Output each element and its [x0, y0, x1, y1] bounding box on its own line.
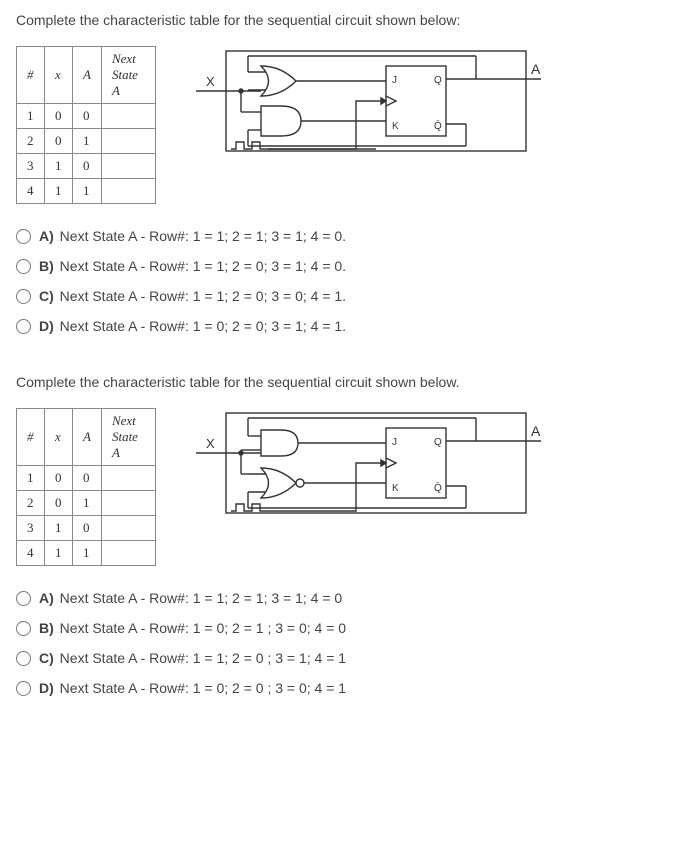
- th-A: A: [73, 409, 102, 466]
- question-prompt: Complete the characteristic table for th…: [16, 12, 682, 28]
- th-num: #: [17, 47, 45, 104]
- radio-icon[interactable]: [16, 229, 31, 244]
- table-row: 3 1 0: [17, 154, 156, 179]
- th-num: #: [17, 409, 45, 466]
- svg-text:A: A: [531, 423, 541, 439]
- th-A: A: [73, 47, 102, 104]
- radio-icon[interactable]: [16, 319, 31, 334]
- svg-text:K: K: [392, 483, 399, 494]
- option-b[interactable]: B) Next State A - Row#: 1 = 1; 2 = 0; 3 …: [16, 258, 682, 274]
- svg-text:A: A: [531, 61, 541, 77]
- table-row: 2 0 1: [17, 491, 156, 516]
- radio-icon[interactable]: [16, 621, 31, 636]
- th-x: x: [45, 409, 73, 466]
- characteristic-table: # x A NextStateA 1 0 0 2 0 1 3 1 0: [16, 408, 156, 566]
- option-c[interactable]: C) Next State A - Row#: 1 = 1; 2 = 0 ; 3…: [16, 650, 682, 666]
- option-a[interactable]: A) Next State A - Row#: 1 = 1; 2 = 1; 3 …: [16, 228, 682, 244]
- table-row: 1 0 0: [17, 466, 156, 491]
- radio-icon[interactable]: [16, 259, 31, 274]
- question-1: Complete the characteristic table for th…: [16, 12, 682, 334]
- radio-icon[interactable]: [16, 651, 31, 666]
- svg-text:J: J: [392, 75, 397, 86]
- svg-text:Q: Q: [434, 75, 442, 86]
- table-row: 1 0 0: [17, 104, 156, 129]
- figure-row: # x A NextStateA 1 0 0 2 0 1 3 1 0: [16, 46, 682, 204]
- th-next: NextStateA: [101, 47, 155, 104]
- svg-text:X: X: [206, 436, 215, 451]
- th-next: NextStateA: [101, 409, 155, 466]
- option-d[interactable]: D) Next State A - Row#: 1 = 0; 2 = 0 ; 3…: [16, 680, 682, 696]
- characteristic-table: # x A NextStateA 1 0 0 2 0 1 3 1 0: [16, 46, 156, 204]
- option-d[interactable]: D) Next State A - Row#: 1 = 0; 2 = 0; 3 …: [16, 318, 682, 334]
- option-c[interactable]: C) Next State A - Row#: 1 = 1; 2 = 0; 3 …: [16, 288, 682, 304]
- table-row: 4 1 1: [17, 179, 156, 204]
- svg-text:J: J: [392, 437, 397, 448]
- question-2: Complete the characteristic table for th…: [16, 374, 682, 696]
- figure-row: # x A NextStateA 1 0 0 2 0 1 3 1 0: [16, 408, 682, 566]
- svg-text:K: K: [392, 121, 399, 132]
- radio-icon[interactable]: [16, 681, 31, 696]
- svg-text:Q̄: Q̄: [434, 481, 442, 494]
- svg-text:X: X: [206, 74, 215, 89]
- radio-icon[interactable]: [16, 591, 31, 606]
- radio-icon[interactable]: [16, 289, 31, 304]
- table-row: 4 1 1: [17, 541, 156, 566]
- svg-text:Q̄: Q̄: [434, 119, 442, 132]
- circuit-diagram: X J Q K Q̄: [186, 46, 546, 166]
- options-list: A) Next State A - Row#: 1 = 1; 2 = 1; 3 …: [16, 590, 682, 696]
- question-prompt: Complete the characteristic table for th…: [16, 374, 682, 390]
- option-b[interactable]: B) Next State A - Row#: 1 = 0; 2 = 1 ; 3…: [16, 620, 682, 636]
- options-list: A) Next State A - Row#: 1 = 1; 2 = 1; 3 …: [16, 228, 682, 334]
- circuit-diagram: X J Q K Q̄ A: [186, 408, 546, 528]
- th-x: x: [45, 47, 73, 104]
- svg-text:Q: Q: [434, 437, 442, 448]
- table-row: 3 1 0: [17, 516, 156, 541]
- table-row: 2 0 1: [17, 129, 156, 154]
- option-a[interactable]: A) Next State A - Row#: 1 = 1; 2 = 1; 3 …: [16, 590, 682, 606]
